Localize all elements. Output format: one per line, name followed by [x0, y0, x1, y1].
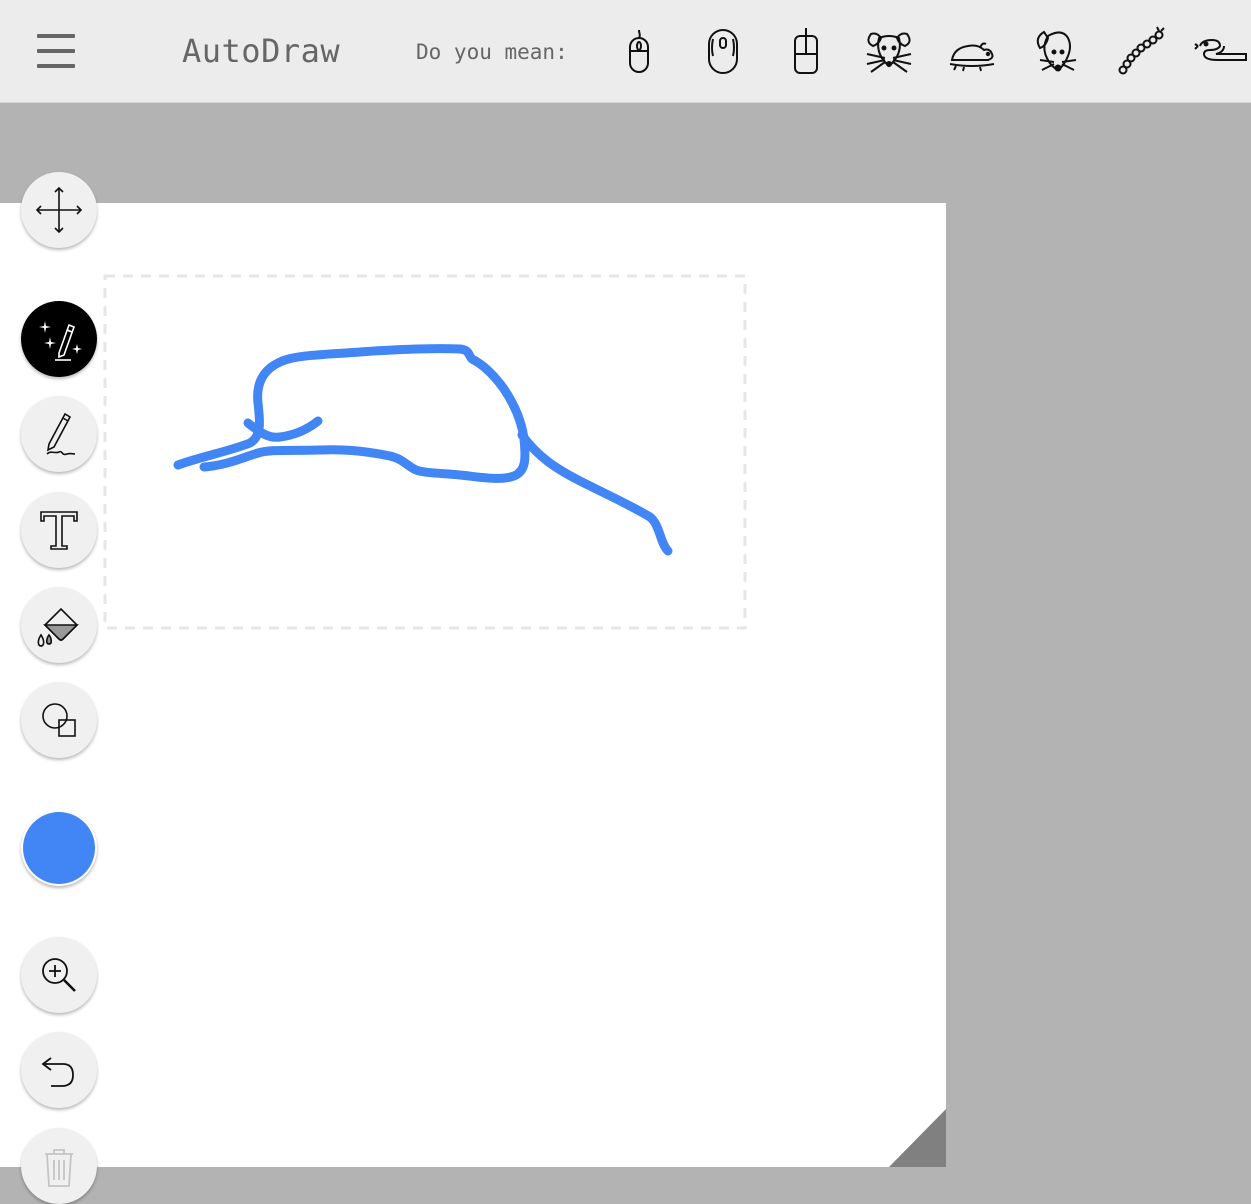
snake-icon[interactable]: [1194, 24, 1250, 80]
draw-tool[interactable]: [21, 396, 97, 472]
move-arrows-icon: [35, 186, 83, 234]
autodraw-tool[interactable]: [21, 301, 97, 377]
mouse-animal-icon[interactable]: [944, 24, 1000, 80]
paint-bucket-icon: [37, 607, 79, 647]
undo-icon: [41, 1057, 74, 1087]
canvas-resize-handle[interactable]: [889, 1109, 946, 1167]
move-tool[interactable]: [21, 172, 97, 248]
color-picker-button[interactable]: [21, 810, 97, 886]
caterpillar-icon[interactable]: [1111, 24, 1167, 80]
computer-mouse-icon[interactable]: [611, 24, 667, 80]
computer-mouse-wheel-icon[interactable]: [695, 24, 751, 80]
top-bar: AutoDraw Do you mean:: [0, 0, 1251, 103]
zoom-in-icon: [42, 958, 76, 992]
hamburger-menu-icon[interactable]: [33, 30, 79, 72]
app-title: AutoDraw: [182, 32, 341, 70]
suggestion-label: Do you mean:: [416, 40, 568, 64]
autodraw-sparkle-pencil-icon: [39, 321, 82, 361]
type-tool[interactable]: [21, 492, 97, 568]
mouse-head-icon[interactable]: [1028, 24, 1084, 80]
current-color-swatch: [23, 812, 95, 884]
delete-button[interactable]: [21, 1128, 97, 1204]
pencil-icon: [46, 412, 76, 456]
shape-tool[interactable]: [21, 682, 97, 758]
trash-icon: [45, 1149, 73, 1187]
text-t-icon: [40, 511, 78, 550]
rat-face-icon[interactable]: [861, 24, 917, 80]
undo-button[interactable]: [21, 1032, 97, 1108]
drawing-selection-box: [103, 274, 747, 630]
computer-mouse-cable-icon[interactable]: [778, 24, 834, 80]
drawing-canvas[interactable]: [0, 203, 946, 1167]
shapes-icon: [42, 703, 76, 737]
freehand-stroke: [173, 344, 673, 556]
zoom-tool[interactable]: [21, 937, 97, 1013]
fill-tool[interactable]: [21, 587, 97, 663]
